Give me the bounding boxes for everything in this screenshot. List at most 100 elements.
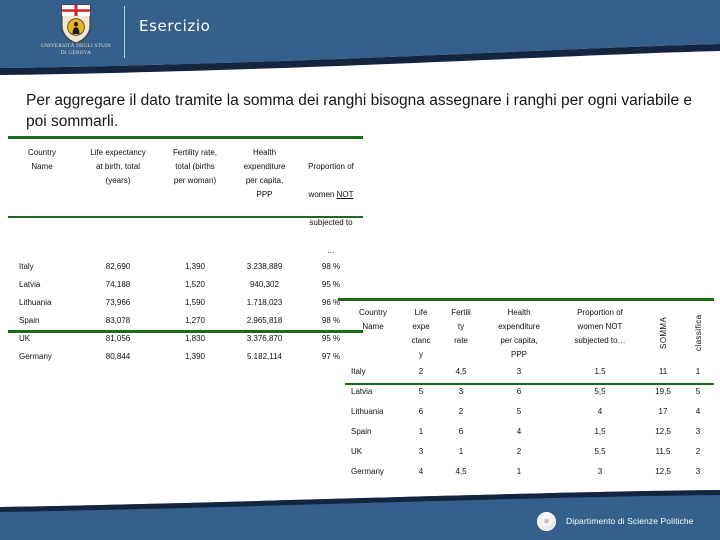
table-right-top-rule [338, 298, 714, 301]
cell-classifica: 3 [695, 427, 701, 436]
cell-fertility-rate: 1,390 [184, 262, 206, 271]
ranks-table-grid: Country Name Life expe ctanc y Fertili t… [345, 305, 713, 482]
department-seal-icon: ⚛ [537, 512, 556, 531]
cell-life-expectancy: 4 [418, 467, 424, 476]
cell-fertility-rate: 3 [458, 387, 464, 396]
raw-values-table: Country Name Life expectancy at birth, t… [8, 145, 363, 366]
cell-fertility-rate: 6 [458, 427, 464, 436]
department-seal-glyph: ⚛ [542, 516, 551, 526]
table-row: UK 81,056 1,830 3.376,870 95 % [8, 330, 363, 348]
cell-country: Lithuania [19, 298, 52, 307]
cell-proportion-women: 5,5 [594, 387, 606, 396]
cell-country: Spain [19, 316, 40, 325]
table-row: Lithuania 73,966 1,590 1.718,023 96 % [8, 294, 363, 312]
header-divider [124, 6, 125, 58]
cell-somma: 12,5 [655, 467, 671, 476]
cell-health-expenditure: 6 [516, 387, 522, 396]
column-header-life-expectancy: Life expectancy at birth, total (years) [90, 148, 146, 185]
column-header-fertility-rate: Fertility rate, total (births per woman) [172, 148, 217, 185]
cell-life-expectancy: 80,844 [105, 352, 131, 361]
ranks-table-body: Italy 2 4,5 3 1,5 11 1 Latvia 5 3 6 5,5 19,5 5 Lithuan… [345, 362, 713, 482]
cell-health-expenditure: 4 [516, 427, 522, 436]
slide-title: Esercizio [139, 17, 211, 35]
table-row: Spain 83,078 1,270 2.965,818 98 % [8, 312, 363, 330]
cell-country: Latvia [351, 387, 373, 396]
cell-proportion-women: 98 % [321, 262, 341, 271]
cell-life-expectancy: 6 [418, 407, 424, 416]
table-header-row: Country Name Life expectancy at birth, t… [8, 145, 363, 258]
table-row: Germany 4 4,5 1 3 12,5 3 [345, 462, 713, 482]
cell-health-expenditure: 3.238,889 [246, 262, 283, 271]
cell-somma: 11,5 [655, 447, 671, 456]
cell-proportion-women: 1,5 [594, 367, 606, 376]
cell-country: Spain [351, 427, 372, 436]
table-row: Latvia 5 3 6 5,5 19,5 5 [345, 382, 713, 402]
cell-somma: 19,5 [655, 387, 671, 396]
cell-somma: 17 [658, 407, 668, 416]
table-row: Latvia 74,188 1,520 940,302 95 % [8, 276, 363, 294]
cell-life-expectancy: 81,056 [105, 334, 131, 343]
cell-country: UK [351, 447, 363, 456]
cell-somma: 12,5 [655, 427, 671, 436]
column-header-proportion-women: Proportion of women NOT subjected to … [299, 145, 363, 258]
cell-fertility-rate: 1,830 [184, 334, 206, 343]
cell-country: Italy [19, 262, 34, 271]
cell-fertility-rate: 4,5 [455, 367, 467, 376]
cell-classifica: 5 [695, 387, 701, 396]
column-header-health-expenditure: Health expenditure per capita, PPP [498, 308, 540, 359]
footer-bar-shape [0, 490, 720, 540]
footer-department-name: Dipartimento di Scienze Politiche [566, 516, 694, 526]
cell-life-expectancy: 1 [418, 427, 424, 436]
cell-fertility-rate: 2 [458, 407, 464, 416]
cell-fertility-rate: 4,5 [455, 467, 467, 476]
cell-country: Germany [19, 352, 52, 361]
table-row: Germany 80,844 1,390 5.182,114 97 % [8, 348, 363, 366]
cell-life-expectancy: 3 [418, 447, 424, 456]
cell-country: Germany [351, 467, 384, 476]
column-header-somma: SOMMA [643, 305, 683, 362]
column-header-classifica-label: classifica [693, 314, 703, 352]
not-emphasis: NOT [336, 190, 354, 199]
cell-proportion-women: 4 [597, 407, 603, 416]
cell-health-expenditure: 940,302 [250, 280, 279, 289]
cell-health-expenditure: 5.182,114 [247, 352, 282, 361]
cell-life-expectancy: 2 [418, 367, 424, 376]
column-header-life-expectancy: Life expe ctanc y [411, 308, 431, 359]
cell-health-expenditure: 3.376,870 [246, 334, 283, 343]
cell-fertility-rate: 1,520 [184, 280, 206, 289]
table-row: Italy 82,690 1,390 3.238,889 98 % [8, 258, 363, 276]
ranks-table: Country Name Life expe ctanc y Fertili t… [345, 305, 713, 482]
cell-proportion-women: 3 [597, 467, 603, 476]
cell-country: Italy [351, 367, 366, 376]
cell-proportion-women: 5,5 [594, 447, 606, 456]
table-row: Spain 1 6 4 1,5 12,5 3 [345, 422, 713, 442]
cell-health-expenditure: 3 [516, 367, 522, 376]
raw-values-table-grid: Country Name Life expectancy at birth, t… [8, 145, 363, 366]
column-header-proportion-women-line1: Proportion of [308, 162, 354, 171]
table-left-top-rule [8, 136, 363, 139]
table-row: Lithuania 6 2 5 4 17 4 [345, 402, 713, 422]
column-header-country-name: Country Name [27, 148, 56, 171]
cell-classifica: 1 [695, 367, 701, 376]
cell-country: UK [19, 334, 31, 343]
cell-health-expenditure: 1.718,023 [246, 298, 283, 307]
cell-life-expectancy: 82,690 [105, 262, 131, 271]
university-logo: UNIVERSITÀ DEGLI STUDI DI GENOVA [26, 4, 126, 62]
table-row: Italy 2 4,5 3 1,5 11 1 [345, 362, 713, 382]
column-header-proportion-women-line4: … [327, 246, 335, 255]
cell-fertility-rate: 1 [458, 447, 464, 456]
column-header-proportion-women: Proportion of women NOT subjected to… [574, 308, 626, 345]
column-header-somma-label: SOMMA [658, 316, 668, 350]
cell-fertility-rate: 1,270 [184, 316, 206, 325]
column-header-proportion-women-line2: women NOT [308, 190, 354, 199]
header-banner: UNIVERSITÀ DEGLI STUDI DI GENOVA Eserciz… [0, 0, 720, 90]
cell-classifica: 3 [695, 467, 701, 476]
cell-life-expectancy: 74,188 [105, 280, 131, 289]
cell-fertility-rate: 1,590 [184, 298, 206, 307]
footer-bar [0, 490, 720, 540]
university-name: UNIVERSITÀ DEGLI STUDI DI GENOVA [40, 43, 112, 56]
cell-fertility-rate: 1,390 [184, 352, 206, 361]
cell-proportion-women: 95 % [321, 280, 341, 289]
cell-health-expenditure: 2 [516, 447, 522, 456]
cell-classifica: 4 [695, 407, 701, 416]
